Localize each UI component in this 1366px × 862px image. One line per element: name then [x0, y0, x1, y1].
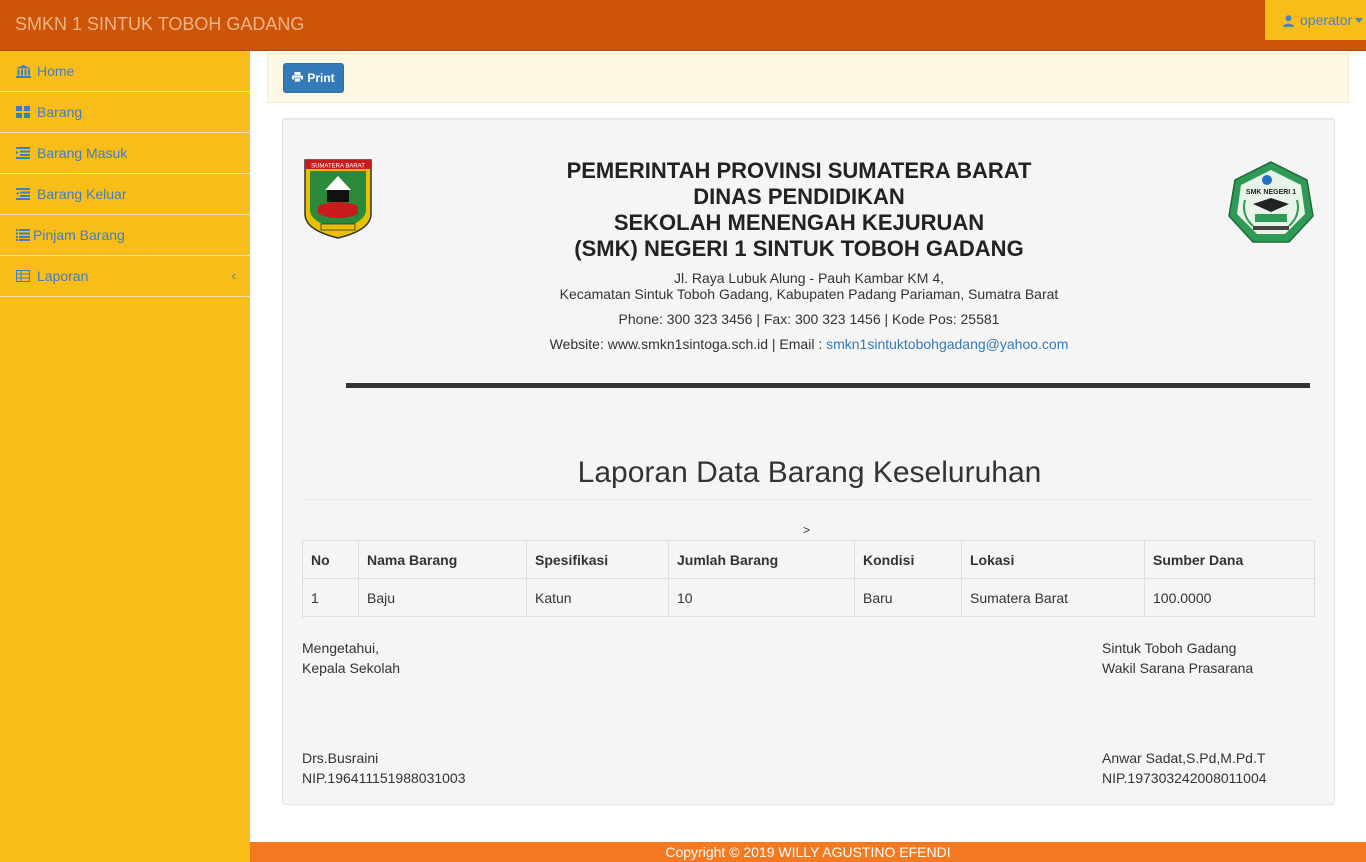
- column-header: Nama Barang: [358, 540, 527, 579]
- letterhead-line-4: (SMK) NEGERI 1 SINTUK TOBOH GADANG: [574, 236, 1024, 261]
- signature-left-name-text: Drs.Busraini: [302, 750, 379, 766]
- print-icon: [292, 71, 304, 85]
- table-cell: 10: [668, 578, 855, 617]
- website-text: Website: www.smkn1sintoga.sch.id | Email…: [549, 336, 827, 352]
- signature-right-line-2: Wakil Sarana Prasarana: [1102, 660, 1254, 676]
- signature-left-name: Drs.Busraini NIP.196411151988031003: [302, 748, 466, 788]
- table-cell: Baju: [358, 578, 527, 617]
- table-cell: 1: [302, 578, 359, 617]
- signature-right-line-1: Sintuk Toboh Gadang: [1102, 640, 1237, 656]
- sidebar-item-barang-keluar[interactable]: Barang Keluar: [0, 174, 250, 215]
- caret-down-icon: [1355, 18, 1364, 23]
- report-document: SUMATERA BARAT PEMERINTAH PROVINSI SUMAT…: [282, 118, 1335, 805]
- column-header: Kondisi: [854, 540, 962, 579]
- sidebar-item-barang[interactable]: Barang: [0, 92, 250, 133]
- sidebar-item-pinjam-barang[interactable]: Pinjam Barang: [0, 215, 250, 256]
- table-header-row: No Nama Barang Spesifikasi Jumlah Barang…: [302, 540, 1315, 579]
- title-divider: [303, 499, 1314, 500]
- sidebar-item-label: Barang Masuk: [37, 145, 128, 161]
- sumatera-barat-logo: SUMATERA BARAT: [303, 158, 373, 243]
- sidebar-item-label: Home: [37, 63, 75, 79]
- column-header: Jumlah Barang: [668, 540, 855, 579]
- address-line-1: Jl. Raya Lubuk Alung - Pauh Kambar KM 4,: [673, 270, 945, 286]
- address-line-2: Kecamatan Sintuk Toboh Gadang, Kabupaten…: [559, 286, 1059, 302]
- sidebar-item-home[interactable]: Home: [0, 51, 250, 92]
- signature-right-name: Anwar Sadat,S.Pd,M.Pd.T NIP.197303242008…: [1102, 748, 1267, 788]
- report-toolbar: Print: [267, 53, 1349, 103]
- list-indent-icon: [16, 146, 33, 160]
- signature-left-line-2: Kepala Sekolah: [302, 660, 401, 676]
- sidebar-item-laporan[interactable]: Laporan ‹: [0, 256, 250, 297]
- table-icon: [16, 269, 33, 283]
- signature-right-name-text: Anwar Sadat,S.Pd,M.Pd.T: [1102, 750, 1266, 766]
- bank-icon: [16, 64, 33, 78]
- top-navbar: SMKN 1 SINTUK TOBOH GADANG operator: [0, 0, 1366, 51]
- report-table: No Nama Barang Spesifikasi Jumlah Barang…: [302, 540, 1315, 617]
- signature-right-header: Sintuk Toboh Gadang Wakil Sarana Prasara…: [1102, 638, 1253, 678]
- column-header: Sumber Dana: [1144, 540, 1315, 579]
- stray-character: >: [803, 523, 811, 537]
- letterhead-divider: [346, 383, 1310, 388]
- sidebar: Home Barang Barang Masuk Barang Keluar P…: [0, 51, 250, 842]
- table-cell: Baru: [854, 578, 962, 617]
- list-icon: [16, 228, 33, 242]
- logo-left-text: SUMATERA BARAT: [311, 164, 365, 170]
- signature-left-header: Mengetahui, Kepala Sekolah: [302, 638, 400, 678]
- column-header: No: [302, 540, 359, 579]
- user-menu-dropdown[interactable]: operator: [1265, 0, 1366, 40]
- email-link[interactable]: smkn1sintuktobohgadang@yahoo.com: [826, 336, 1068, 352]
- sidebar-item-label: Barang: [37, 104, 83, 120]
- letterhead-phone: Phone: 300 323 3456 | Fax: 300 323 1456 …: [618, 311, 1000, 327]
- chevron-left-icon[interactable]: ‹: [232, 268, 236, 283]
- sidebar-item-barang-masuk[interactable]: Barang Masuk: [0, 133, 250, 174]
- table-cell: 100.0000: [1144, 578, 1315, 617]
- sidebar-item-label: Laporan: [37, 268, 89, 284]
- smk-negeri-logo: SMK NEGERI 1: [1227, 160, 1315, 249]
- letterhead-title: PEMERINTAH PROVINSI SUMATERA BARAT DINAS…: [499, 158, 1099, 262]
- signature-left-nip: NIP.196411151988031003: [302, 770, 466, 786]
- table-cell: Katun: [526, 578, 669, 617]
- letterhead-line-2: DINAS PENDIDIKAN: [693, 184, 905, 209]
- user-icon: [1283, 14, 1294, 30]
- footer-copyright: Copyright © 2019 WILLY AGUSTINO EFENDI: [250, 842, 1366, 862]
- letterhead-line-3: SEKOLAH MENENGAH KEJURUAN: [613, 210, 985, 235]
- print-button[interactable]: Print: [283, 63, 344, 93]
- list-outdent-icon: [16, 187, 33, 201]
- grid-icon: [16, 105, 33, 119]
- signature-left-line-1: Mengetahui,: [302, 640, 380, 656]
- letterhead-website: Website: www.smkn1sintoga.sch.id | Email…: [509, 336, 1109, 352]
- user-menu-label: operator: [1300, 12, 1353, 28]
- letterhead-line-1: PEMERINTAH PROVINSI SUMATERA BARAT: [566, 158, 1032, 183]
- sidebar-item-label: Barang Keluar: [37, 186, 127, 202]
- letterhead-address: Jl. Raya Lubuk Alung - Pauh Kambar KM 4,…: [509, 270, 1109, 302]
- sidebar-item-label: Pinjam Barang: [33, 227, 125, 243]
- signature-right-nip: NIP.197303242008011004: [1102, 770, 1267, 786]
- table-cell: Sumatera Barat: [961, 578, 1145, 617]
- main-content: Print SUMATERA BARAT PEMERINTAH PROVINSI…: [250, 51, 1366, 842]
- brand-title[interactable]: SMKN 1 SINTUK TOBOH GADANG: [15, 14, 304, 35]
- logo-right-text: SMK NEGERI 1: [1246, 189, 1296, 196]
- print-button-label: Print: [307, 71, 335, 85]
- table-row: 1 Baju Katun 10 Baru Sumatera Barat 100.…: [302, 578, 1315, 617]
- column-header: Lokasi: [961, 540, 1145, 579]
- column-header: Spesifikasi: [526, 540, 669, 579]
- report-title: Laporan Data Barang Keseluruhan: [577, 456, 1042, 489]
